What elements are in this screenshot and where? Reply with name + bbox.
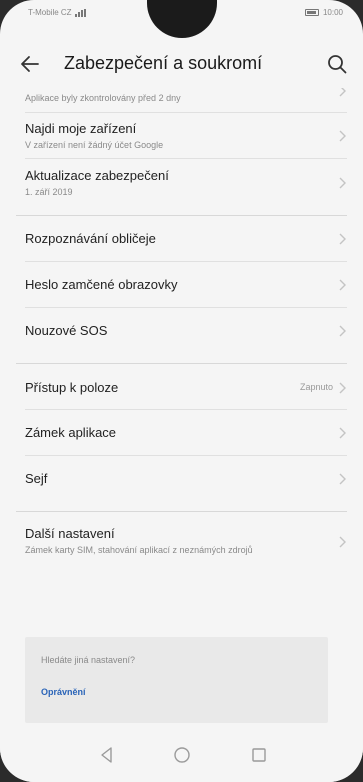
settings-item-find-device[interactable]: Najdi moje zařízení V zařízení není žádn… bbox=[0, 113, 363, 158]
chevron-right-icon bbox=[339, 325, 346, 337]
chevron-right-icon bbox=[339, 427, 346, 439]
group-separator bbox=[0, 205, 363, 215]
group-separator bbox=[0, 353, 363, 363]
square-recents-icon bbox=[252, 748, 266, 762]
nav-home-button[interactable] bbox=[171, 744, 193, 766]
settings-list: Aplikace byly zkontrolovány před 2 dny N… bbox=[0, 88, 363, 708]
circle-home-icon bbox=[174, 747, 190, 763]
triangle-back-icon bbox=[101, 747, 112, 763]
item-title: Aktualizace zabezpečení bbox=[25, 168, 169, 183]
chevron-right-icon bbox=[339, 233, 346, 245]
settings-item-app-scan[interactable]: Aplikace byly zkontrolovány před 2 dny bbox=[0, 88, 363, 112]
location-status-value: Zapnuto bbox=[299, 382, 333, 392]
item-subtitle: Zámek karty SIM, stahování aplikací z ne… bbox=[25, 545, 253, 555]
app-header: Zabezpečení a soukromí bbox=[0, 44, 363, 84]
suggestion-question: Hledáte jiná nastavení? bbox=[41, 655, 136, 665]
chevron-right-icon bbox=[339, 279, 346, 291]
item-title: Nouzové SOS bbox=[25, 323, 108, 338]
nav-recents-button[interactable] bbox=[248, 744, 270, 766]
clock: 10:00 bbox=[322, 8, 343, 17]
item-title: Najdi moje zařízení bbox=[25, 121, 137, 136]
item-title: Heslo zamčené obrazovky bbox=[25, 277, 178, 292]
settings-item-security-update[interactable]: Aktualizace zabezpečení 1. září 2019 bbox=[0, 159, 363, 205]
chevron-right-icon bbox=[339, 382, 346, 394]
settings-item-lock-screen-password[interactable]: Heslo zamčené obrazovky bbox=[0, 262, 363, 307]
item-subtitle: Aplikace byly zkontrolovány před 2 dny bbox=[25, 93, 181, 103]
search-icon bbox=[328, 55, 347, 74]
settings-item-face-recognition[interactable]: Rozpoznávání obličeje bbox=[0, 216, 363, 261]
chevron-right-icon bbox=[339, 473, 346, 485]
permissions-link[interactable]: Oprávnění bbox=[41, 687, 86, 697]
item-title: Přístup k poloze bbox=[25, 380, 119, 395]
item-title: Další nastavení bbox=[25, 526, 115, 541]
search-button[interactable] bbox=[325, 52, 349, 76]
settings-item-more-settings[interactable]: Další nastavení Zámek karty SIM, stahová… bbox=[0, 512, 363, 582]
item-subtitle: V zařízení není žádný účet Google bbox=[25, 140, 164, 150]
settings-item-location-access[interactable]: Přístup k poloze Zapnuto bbox=[0, 364, 363, 409]
carrier-label: T-Mobile CZ bbox=[28, 8, 72, 17]
back-button[interactable] bbox=[18, 52, 42, 76]
settings-item-app-lock[interactable]: Zámek aplikace bbox=[0, 410, 363, 455]
signal-icon bbox=[74, 8, 86, 17]
chevron-right-icon bbox=[339, 177, 346, 189]
suggestion-card: Hledáte jiná nastavení? Oprávnění bbox=[25, 637, 328, 723]
item-title: Zámek aplikace bbox=[25, 425, 117, 440]
page-title: Zabezpečení a soukromí bbox=[64, 53, 263, 73]
nav-back-button[interactable] bbox=[96, 744, 118, 766]
chevron-right-icon bbox=[339, 88, 346, 97]
battery-icon bbox=[304, 9, 319, 16]
item-title: Sejf bbox=[25, 471, 48, 486]
status-right: 10:00 bbox=[304, 8, 343, 17]
chevron-right-icon bbox=[339, 130, 346, 142]
group-separator bbox=[0, 501, 363, 511]
status-left: T-Mobile CZ bbox=[28, 8, 86, 17]
settings-item-safe[interactable]: Sejf bbox=[0, 456, 363, 501]
chevron-right-icon bbox=[339, 536, 346, 548]
navigation-bar bbox=[0, 730, 363, 782]
settings-item-emergency-sos[interactable]: Nouzové SOS bbox=[0, 308, 363, 353]
item-subtitle: 1. září 2019 bbox=[25, 187, 73, 197]
item-title: Rozpoznávání obličeje bbox=[25, 231, 156, 246]
status-bar: T-Mobile CZ 10:00 bbox=[0, 0, 363, 30]
arrow-left-icon bbox=[21, 56, 39, 72]
phone-screen: T-Mobile CZ 10:00 Zabezpečení a soukromí bbox=[0, 0, 363, 782]
